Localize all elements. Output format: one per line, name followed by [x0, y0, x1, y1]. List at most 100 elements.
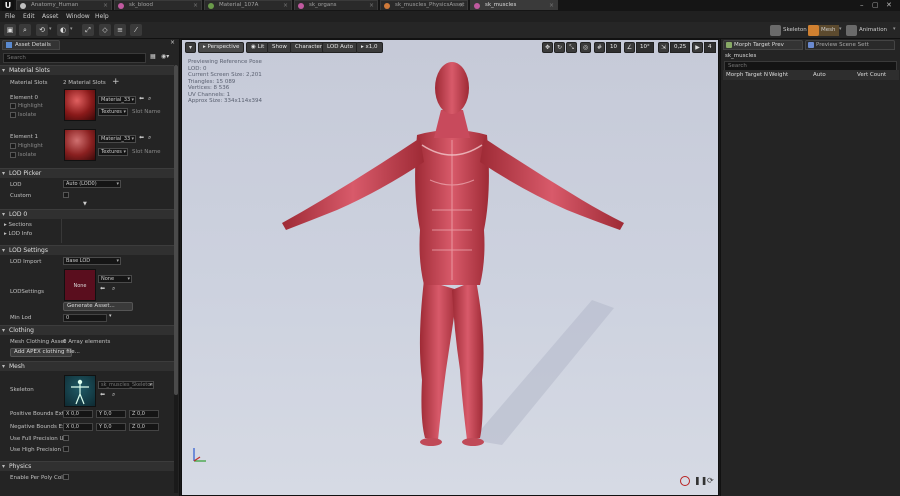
column-vert-count[interactable]: Vert Count: [857, 72, 886, 78]
custom-checkbox[interactable]: [63, 192, 69, 198]
section-mesh[interactable]: Mesh: [0, 361, 176, 371]
muscle-figure-preview[interactable]: [242, 40, 682, 496]
close-window-icon[interactable]: ✕: [886, 0, 892, 10]
browse-icon[interactable]: ⌕: [148, 95, 151, 103]
close-icon[interactable]: ×: [549, 1, 554, 10]
preview-viewport[interactable]: ▾ ▸ Perspective ◉ Lit Show Character LOD…: [181, 39, 719, 496]
expand-arrow-icon[interactable]: ▼: [83, 201, 87, 207]
reimport-icon[interactable]: ⟲: [36, 24, 48, 36]
column-auto[interactable]: Auto: [813, 72, 826, 78]
pos-bounds-x-input[interactable]: X 0,0: [63, 410, 93, 418]
tab-morph-target-preview[interactable]: Morph Target Prev: [723, 40, 803, 50]
menu-window[interactable]: Window: [66, 11, 90, 22]
asset-details-tab[interactable]: Asset Details: [2, 40, 60, 50]
lod-info-row[interactable]: ▸ LOD Info: [4, 231, 32, 237]
mesh-mode-button[interactable]: Mesh: [808, 25, 840, 36]
chevron-down-icon[interactable]: ▾: [109, 313, 112, 319]
neg-bounds-z-input[interactable]: Z 0,0: [129, 423, 159, 431]
animation-mode-button[interactable]: Animation: [846, 25, 887, 36]
lod-dropdown[interactable]: Auto (LOD0): [63, 180, 121, 188]
close-icon[interactable]: ×: [193, 1, 198, 10]
use-selected-arrow-icon[interactable]: ⬅: [139, 95, 144, 102]
pause-icon[interactable]: ❚❚: [694, 476, 707, 485]
section-lod-settings[interactable]: LOD Settings: [0, 245, 176, 255]
browse-icon[interactable]: ⌕: [112, 285, 115, 293]
minimize-icon[interactable]: –: [860, 0, 864, 10]
menu-asset[interactable]: Asset: [42, 11, 58, 22]
lod-import-dropdown[interactable]: Base LOD: [63, 257, 121, 265]
eye-icon[interactable]: ◉▾: [161, 53, 169, 60]
menu-edit[interactable]: Edit: [23, 11, 35, 22]
browse-icon[interactable]: ⌕: [148, 134, 151, 142]
close-icon[interactable]: ×: [459, 1, 464, 10]
tab-sk-organs[interactable]: sk_organs ×: [294, 0, 378, 10]
highlight-checkbox[interactable]: [10, 103, 16, 109]
section-physics[interactable]: Physics: [0, 461, 176, 471]
lod-settings-asset-dropdown[interactable]: None: [98, 275, 132, 283]
pos-bounds-y-input[interactable]: Y 0,0: [96, 410, 126, 418]
add-icon[interactable]: +: [112, 77, 120, 87]
column-morph-target-name[interactable]: Morph Target N: [726, 72, 768, 78]
make-static-mesh-icon[interactable]: ≡: [114, 24, 126, 36]
section-lod-picker[interactable]: LOD Picker: [0, 168, 176, 178]
pos-bounds-z-input[interactable]: Z 0,0: [129, 410, 159, 418]
skeleton-dropdown[interactable]: sk_muscles_Skeleton: [98, 381, 154, 389]
section-clothing[interactable]: Clothing: [0, 325, 176, 335]
perspective-button[interactable]: ▸ Perspective: [198, 42, 245, 53]
per-poly-collision-checkbox[interactable]: [63, 474, 69, 480]
isolate-checkbox[interactable]: [10, 152, 16, 158]
neg-bounds-x-input[interactable]: X 0,0: [63, 423, 93, 431]
textures-dropdown[interactable]: Textures: [98, 108, 128, 116]
close-icon[interactable]: ×: [103, 1, 108, 10]
menu-file[interactable]: File: [5, 11, 15, 22]
tab-sk-blood[interactable]: sk_blood ×: [114, 0, 202, 10]
browse-icon[interactable]: ⌕: [112, 391, 115, 399]
material-dropdown[interactable]: Material_33: [98, 96, 136, 104]
section-selection-icon[interactable]: ◇: [99, 24, 111, 36]
close-icon[interactable]: ×: [369, 1, 374, 10]
maximize-icon[interactable]: ▢: [872, 0, 879, 10]
save-icon[interactable]: ▣: [4, 24, 16, 36]
scrollbar-thumb[interactable]: [174, 65, 178, 395]
close-icon[interactable]: ×: [170, 39, 175, 46]
tab-preview-scene-settings[interactable]: Preview Scene Sett: [805, 40, 895, 50]
browse-icon[interactable]: ⌕: [19, 24, 31, 36]
column-weight[interactable]: Weight: [769, 72, 788, 78]
grid-view-icon[interactable]: ▦: [150, 53, 156, 60]
preview-mesh-icon[interactable]: ◐: [57, 24, 69, 36]
camera-speed-icon[interactable]: ▶: [692, 42, 703, 53]
skeleton-mode-button[interactable]: Skeleton: [770, 25, 807, 36]
unreal-logo[interactable]: U: [2, 0, 14, 11]
reference-pose-icon[interactable]: ⤢: [82, 24, 94, 36]
textures-dropdown[interactable]: Textures: [98, 148, 128, 156]
tab-physics-asset[interactable]: sk_muscles_PhysicsAsset ×: [380, 0, 468, 10]
section-material-slots[interactable]: Material Slots: [0, 65, 176, 75]
menu-help[interactable]: Help: [95, 11, 109, 22]
high-precision-checkbox[interactable]: [63, 446, 69, 452]
section-lod-0[interactable]: LOD 0: [0, 209, 176, 219]
viewport-options-icon[interactable]: ▾: [185, 42, 196, 53]
neg-bounds-y-input[interactable]: Y 0,0: [96, 423, 126, 431]
generate-asset-button[interactable]: Generate Asset...: [63, 302, 133, 311]
tab-sk-muscles[interactable]: sk_muscles ×: [470, 0, 558, 10]
create-asset-icon[interactable]: ⁄: [130, 24, 142, 36]
skeleton-thumbnail[interactable]: [64, 375, 96, 407]
record-icon[interactable]: [680, 476, 690, 486]
camera-speed-value[interactable]: 4: [704, 42, 716, 53]
use-selected-arrow-icon[interactable]: ⬅: [139, 134, 144, 141]
chevron-down-icon[interactable]: ▾: [839, 26, 842, 32]
highlight-checkbox[interactable]: [10, 143, 16, 149]
material-dropdown[interactable]: Material_33: [98, 135, 136, 143]
full-precision-uv-checkbox[interactable]: [63, 435, 69, 441]
loop-icon[interactable]: ⟳: [707, 476, 714, 485]
use-selected-arrow-icon[interactable]: ⬅: [100, 285, 105, 292]
lod-settings-asset-thumbnail[interactable]: None: [64, 269, 96, 301]
tab-anatomy-human[interactable]: Anatomy_Human ×: [16, 0, 112, 10]
add-apex-clothing-button[interactable]: Add APEX clothing file...: [10, 348, 80, 357]
chevron-down-icon[interactable]: ▾: [49, 26, 52, 32]
tab-material[interactable]: Material_107A ×: [204, 0, 292, 10]
use-selected-arrow-icon[interactable]: ⬅: [100, 391, 105, 398]
chevron-down-icon[interactable]: ▾: [893, 26, 896, 32]
details-search-input[interactable]: Search: [3, 53, 146, 63]
chevron-down-icon[interactable]: ▾: [70, 26, 73, 32]
